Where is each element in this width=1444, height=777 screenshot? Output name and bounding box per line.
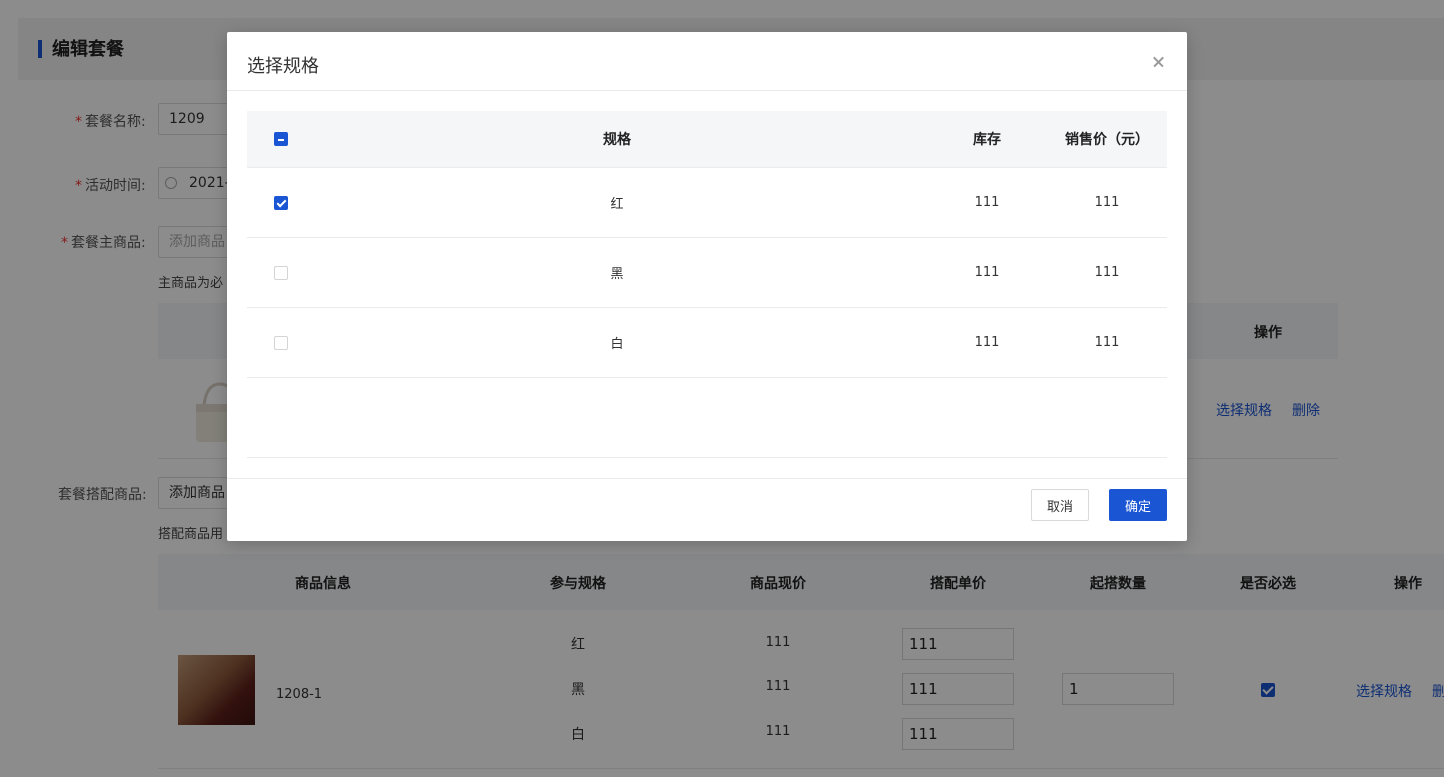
row-stock: 111 — [974, 265, 1000, 280]
spec-row[interactable]: 红 111 111 — [247, 168, 1167, 238]
row-spec: 白 — [610, 337, 624, 352]
header-stock: 库存 — [973, 132, 1001, 148]
row-price: 111 — [1094, 335, 1120, 350]
row-check-cell — [273, 168, 289, 237]
modal-footer-divider — [227, 478, 1187, 479]
spec-table-header: 规格 库存 销售价（元） — [247, 111, 1167, 168]
confirm-button[interactable]: 确定 — [1109, 489, 1167, 521]
row-check-cell — [273, 308, 289, 377]
row-checkbox[interactable] — [274, 335, 288, 350]
select-all-cell — [273, 111, 289, 167]
row-stock: 111 — [974, 195, 1000, 210]
modal-header-divider — [227, 90, 1187, 91]
row-check-cell — [273, 238, 289, 307]
row-spec: 红 — [610, 197, 624, 212]
select-spec-modal: 选择规格 规格 库存 销售价（元） 红 111 111 黑 111 111 白 … — [227, 32, 1187, 541]
header-spec: 规格 — [603, 132, 631, 148]
header-price: 销售价（元） — [1065, 132, 1149, 148]
row-checkbox[interactable] — [274, 265, 288, 280]
row-price: 111 — [1094, 265, 1120, 280]
row-spec: 黑 — [610, 267, 624, 282]
row-stock: 111 — [974, 335, 1000, 350]
spec-row[interactable]: 白 111 111 — [247, 308, 1167, 378]
spec-row[interactable]: 黑 111 111 — [247, 238, 1167, 308]
table-empty-area — [247, 378, 1167, 458]
modal-title: 选择规格 — [247, 56, 319, 77]
cancel-button[interactable]: 取消 — [1031, 489, 1089, 521]
row-checkbox[interactable] — [274, 195, 288, 210]
close-icon[interactable] — [1147, 50, 1171, 74]
select-all-checkbox[interactable] — [274, 132, 288, 146]
row-price: 111 — [1094, 195, 1120, 210]
